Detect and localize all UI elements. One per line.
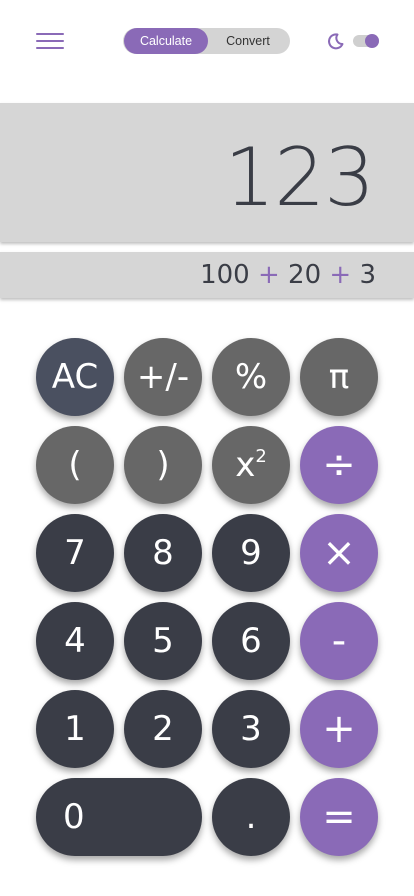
digit-4-button[interactable]: 4 xyxy=(36,602,114,680)
result-display: 123 xyxy=(0,103,414,242)
menu-bar xyxy=(36,40,64,42)
digit-2-button[interactable]: 2 xyxy=(124,690,202,768)
sign-toggle-button[interactable]: +/- xyxy=(124,338,202,416)
square-button[interactable]: x2 xyxy=(212,426,290,504)
digit-0-button[interactable]: 0 xyxy=(36,778,202,856)
theme-toggle-knob xyxy=(365,34,379,48)
percent-button[interactable]: % xyxy=(212,338,290,416)
moon-icon xyxy=(328,33,344,50)
digit-3-button[interactable]: 3 xyxy=(212,690,290,768)
equals-button[interactable]: = xyxy=(300,778,378,856)
subtract-button[interactable]: - xyxy=(300,602,378,680)
digit-5-button[interactable]: 5 xyxy=(124,602,202,680)
expression-operand: 100 xyxy=(200,260,250,290)
digit-9-button[interactable]: 9 xyxy=(212,514,290,592)
mode-switch: Calculate Convert xyxy=(123,28,290,54)
multiply-button[interactable]: × xyxy=(300,514,378,592)
menu-bar xyxy=(36,47,64,49)
menu-icon[interactable] xyxy=(36,33,64,49)
result-value: 123 xyxy=(224,131,375,224)
digit-8-button[interactable]: 8 xyxy=(124,514,202,592)
menu-bar xyxy=(36,33,64,35)
decimal-button[interactable]: . xyxy=(212,778,290,856)
square-label: x xyxy=(235,445,256,485)
tab-calculate[interactable]: Calculate xyxy=(124,28,208,54)
expression-operand: 3 xyxy=(359,260,376,290)
expression-display: 100 + 20 + 3 xyxy=(0,252,414,298)
theme-toggle[interactable] xyxy=(353,34,379,48)
digit-6-button[interactable]: 6 xyxy=(212,602,290,680)
all-clear-button[interactable]: AC xyxy=(36,338,114,416)
tab-convert[interactable]: Convert xyxy=(209,28,287,54)
expression-operand: 20 xyxy=(288,260,322,290)
close-paren-button[interactable]: ) xyxy=(124,426,202,504)
square-superscript: 2 xyxy=(255,446,267,467)
pi-button[interactable]: π xyxy=(300,338,378,416)
expression-text: 100 + 20 + 3 xyxy=(200,260,376,290)
add-button[interactable]: + xyxy=(300,690,378,768)
divide-button[interactable]: ÷ xyxy=(300,426,378,504)
digit-1-button[interactable]: 1 xyxy=(36,690,114,768)
open-paren-button[interactable]: ( xyxy=(36,426,114,504)
digit-7-button[interactable]: 7 xyxy=(36,514,114,592)
expression-operator: + xyxy=(329,260,352,290)
expression-operator: + xyxy=(257,260,280,290)
